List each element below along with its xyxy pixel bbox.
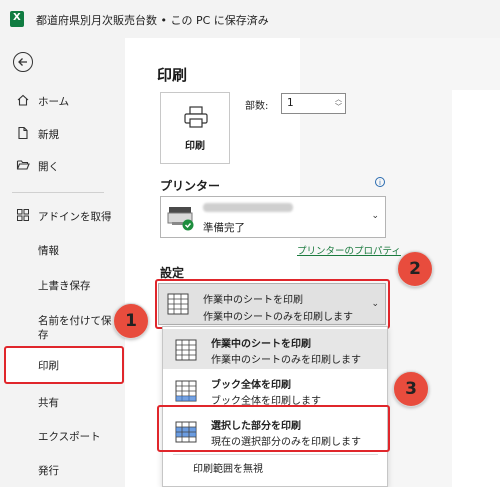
printer-name-redacted [203, 203, 293, 212]
sidebar-item-label: 情報 [38, 245, 59, 257]
printer-select[interactable]: 準備完了 ⌄ [160, 196, 386, 238]
arrow-left-icon [18, 58, 27, 66]
printer-device-icon [167, 207, 194, 231]
printer-icon [184, 106, 208, 128]
sidebar-item-label: エクスポート [38, 431, 101, 443]
sidebar-divider [12, 192, 104, 193]
highlight-scope-select [155, 279, 390, 329]
print-button-label: 印刷 [185, 141, 205, 152]
copies-value: 1 [287, 97, 294, 109]
sidebar-item-label: 共有 [38, 397, 59, 409]
printer-section-title: プリンター [160, 179, 221, 193]
home-icon [17, 94, 29, 106]
sidebar-item-new[interactable]: 新規 [0, 123, 125, 145]
sidebar-item-label: 開く [38, 161, 59, 173]
workbook-grid-icon [175, 380, 197, 402]
window-title: 都道府県別月次販売台数 • この PC に保存済み [36, 14, 269, 27]
back-button[interactable] [13, 52, 33, 72]
highlight-print-menu [4, 346, 124, 384]
sidebar-item-label-line2: 存 [38, 329, 49, 341]
dropdown-divider [173, 454, 378, 455]
info-icon[interactable]: i [375, 177, 385, 187]
printer-properties-link[interactable]: プリンターのプロパティ [297, 243, 401, 257]
sidebar-item-export[interactable]: エクスポート [0, 425, 125, 447]
print-button[interactable]: 印刷 [160, 92, 230, 164]
sidebar-item-home[interactable]: ホーム [0, 90, 125, 112]
option-title: ブック全体を印刷 [211, 380, 291, 391]
sidebar-item-label: 発行 [38, 465, 59, 477]
printer-status: 準備完了 [203, 222, 245, 234]
highlight-print-selection [157, 405, 390, 452]
sidebar-item-publish[interactable]: 発行 [0, 459, 125, 481]
option-print-entire-workbook[interactable]: ブック全体を印刷 ブック全体を印刷します [163, 370, 387, 410]
sidebar-item-save[interactable]: 上書き保存 [0, 274, 125, 296]
sidebar-item-open[interactable]: 開く [0, 155, 125, 177]
sidebar-item-label: 上書き保存 [38, 280, 91, 292]
option-print-active-sheet[interactable]: 作業中のシートを印刷 作業中のシートのみを印刷します [163, 329, 387, 369]
sidebar-item-label: ホーム [38, 96, 70, 108]
step-badge-3: 3 [393, 371, 429, 407]
title-bar: 都道府県別月次販売台数 • この PC に保存済み [0, 0, 500, 38]
folder-open-icon [16, 160, 30, 170]
spin-arrows-icon[interactable]: ︿ ﹀ [335, 95, 342, 111]
option-desc: 作業中のシートのみを印刷します [211, 355, 361, 366]
page-title: 印刷 [157, 66, 188, 84]
copies-label: 部数: [245, 101, 269, 112]
new-document-icon [18, 126, 28, 140]
sidebar-item-label-line1: 名前を付けて保 [38, 315, 112, 327]
excel-logo-icon [10, 11, 24, 27]
sheet-grid-icon [175, 339, 197, 361]
option-ignore-print-area[interactable]: 印刷範囲を無視 [193, 460, 263, 475]
sidebar-item-get-addins[interactable]: アドインを取得 [0, 205, 125, 227]
sidebar-item-info[interactable]: 情報 [0, 239, 125, 261]
step-badge-2: 2 [397, 251, 433, 287]
chevron-down-icon: ⌄ [371, 211, 379, 221]
grid-addin-icon [17, 209, 29, 221]
preview-page [452, 90, 500, 487]
sidebar-item-label: 新規 [38, 129, 59, 141]
copies-stepper[interactable]: 1 ︿ ﹀ [281, 93, 346, 114]
step-badge-1: 1 [113, 303, 149, 339]
sidebar-item-save-as[interactable]: 名前を付けて保 存 [0, 310, 125, 342]
sidebar-item-share[interactable]: 共有 [0, 391, 125, 413]
sidebar-item-label: アドインを取得 [38, 211, 112, 223]
option-title: 作業中のシートを印刷 [211, 339, 311, 350]
